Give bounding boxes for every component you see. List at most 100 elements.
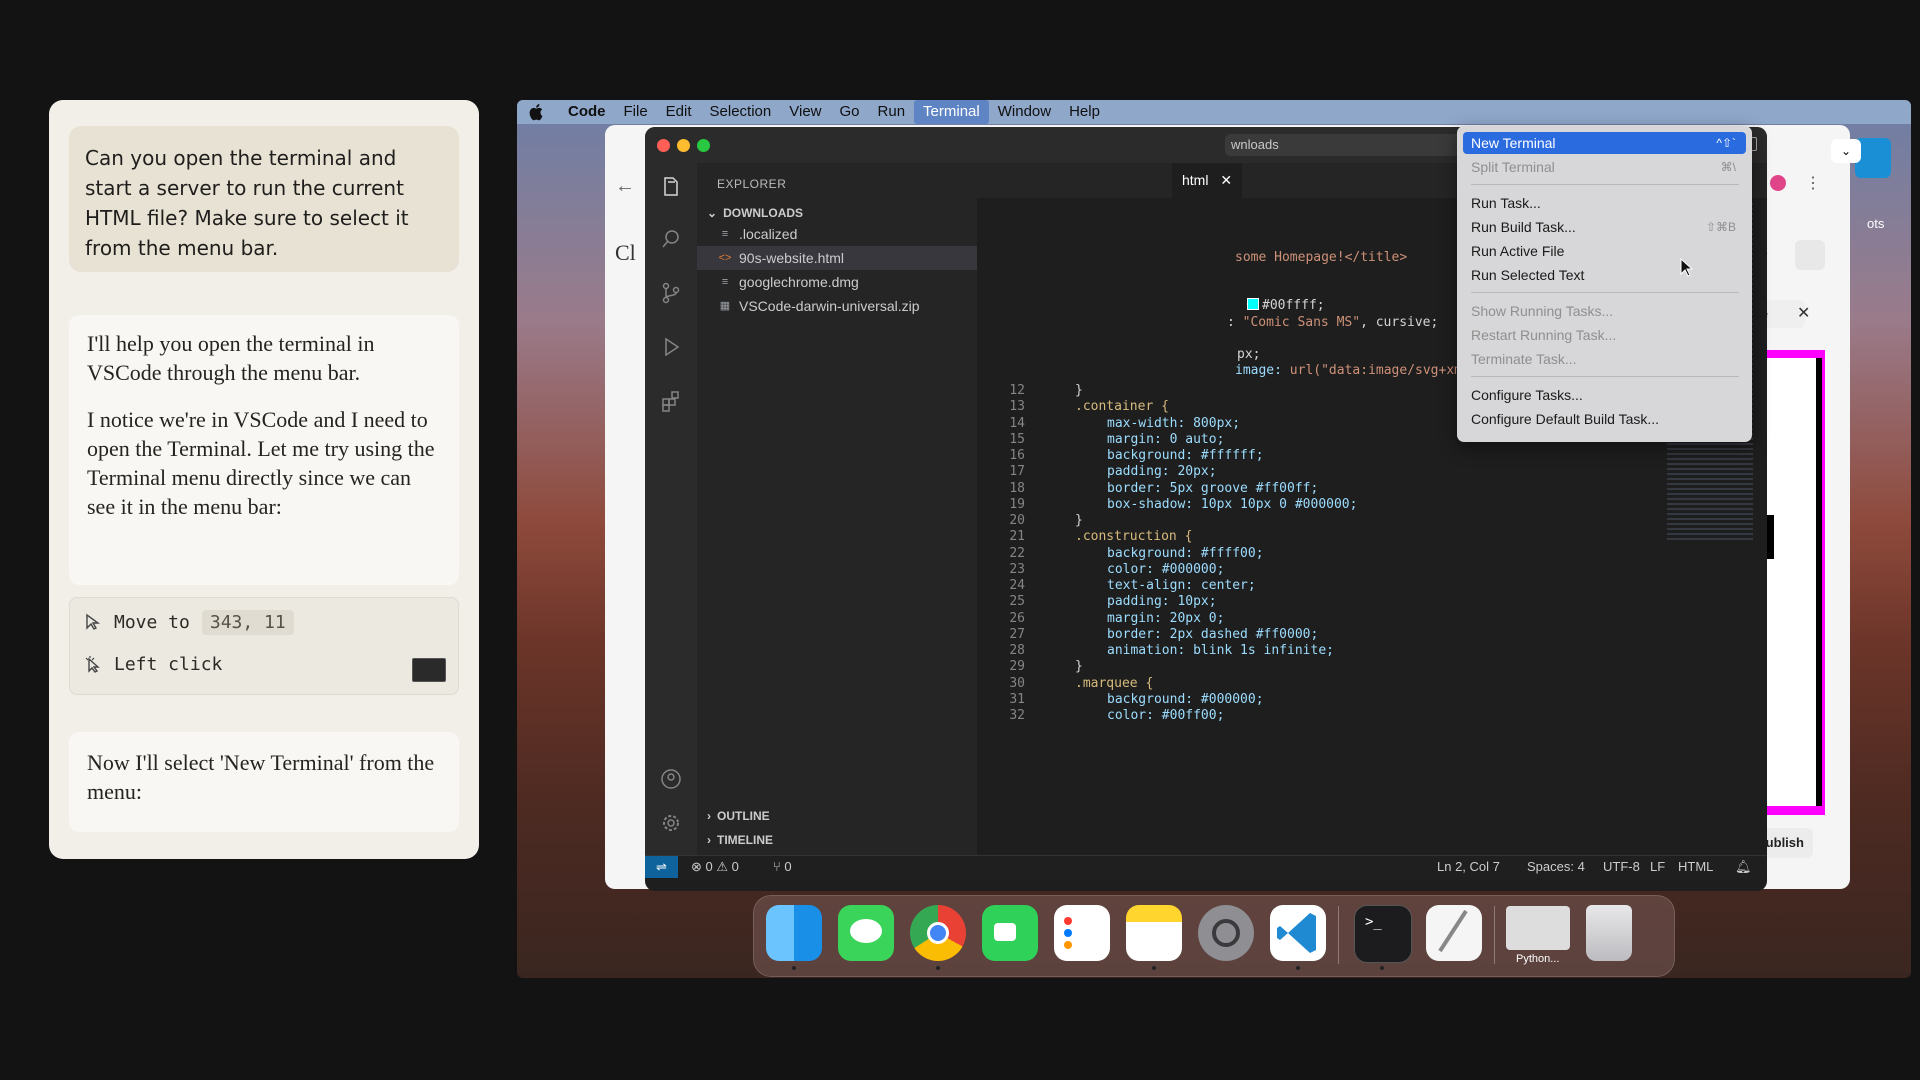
terminal-menu-dropdown: New Terminal ^⇧` Split Terminal ⌘\ Run Tas… bbox=[1457, 126, 1752, 442]
textedit-icon[interactable] bbox=[1426, 905, 1482, 961]
menu-code[interactable]: Code bbox=[559, 100, 615, 124]
chat-panel: Can you open the terminal and start a se… bbox=[49, 100, 479, 859]
search-icon[interactable] bbox=[659, 227, 683, 251]
close-window-button[interactable] bbox=[657, 139, 670, 152]
menu-edit[interactable]: Edit bbox=[657, 100, 701, 124]
file-localized[interactable]: ≡ .localized bbox=[697, 222, 977, 246]
back-arrow-icon[interactable]: ← bbox=[615, 175, 635, 198]
sliders-icon[interactable] bbox=[1795, 240, 1825, 270]
menu-item-label: Configure Tasks... bbox=[1471, 387, 1583, 403]
remote-indicator-icon[interactable]: ⇌ bbox=[645, 856, 678, 878]
menu-item-run-selected-text[interactable]: Run Selected Text bbox=[1463, 264, 1746, 286]
menu-window[interactable]: Window bbox=[989, 100, 1060, 124]
assistant-paragraph-1: I'll help you open the terminal in VSCod… bbox=[87, 331, 375, 385]
menu-help[interactable]: Help bbox=[1060, 100, 1109, 124]
explorer-icon[interactable] bbox=[659, 175, 683, 199]
menu-item-run-active-file[interactable]: Run Active File bbox=[1463, 240, 1746, 262]
downloads-folder[interactable]: ⌄ DOWNLOADS bbox=[707, 206, 803, 220]
trash-icon[interactable] bbox=[1586, 905, 1632, 961]
language-mode[interactable]: HTML bbox=[1678, 856, 1713, 878]
menu-view[interactable]: View bbox=[780, 100, 830, 124]
menu-item-shortcut: ⇧⌘B bbox=[1705, 220, 1736, 234]
menu-item-new-terminal[interactable]: New Terminal ^⇧` bbox=[1463, 132, 1746, 154]
menu-item-label: Configure Default Build Task... bbox=[1471, 411, 1660, 427]
python-window-thumbnail[interactable] bbox=[1506, 906, 1570, 950]
tool-move-coords: 343, 11 bbox=[201, 609, 294, 635]
user-message: Can you open the terminal and start a se… bbox=[69, 126, 459, 272]
bell-icon[interactable]: 🔔︎ bbox=[1735, 856, 1752, 878]
menu-item-configure-tasks[interactable]: Configure Tasks... bbox=[1463, 384, 1746, 406]
terminal-icon[interactable]: >_ bbox=[1354, 905, 1412, 963]
tool-move: Move to 343, 11 bbox=[84, 606, 294, 638]
notes-icon[interactable] bbox=[1126, 905, 1182, 961]
status-bar: ⇌ ⊗ 0 ⚠ 0 ⑂ 0 Ln 2, Col 7 Spaces: 4 UTF-… bbox=[645, 855, 1767, 878]
menu-item-shortcut: ⌘\ bbox=[1720, 160, 1736, 174]
cursor-icon bbox=[86, 613, 101, 630]
menu-item-restart-running-task[interactable]: Restart Running Task... bbox=[1463, 324, 1746, 346]
assistant-paragraph-3: Now I'll select 'New Terminal' from the … bbox=[87, 750, 435, 804]
file-lines-icon: ≡ bbox=[721, 228, 729, 240]
menu-item-show-running-tasks[interactable]: Show Running Tasks... bbox=[1463, 300, 1746, 322]
account-icon[interactable] bbox=[659, 767, 683, 791]
menu-terminal[interactable]: Terminal bbox=[914, 100, 989, 124]
code-text: color: #00ff00; bbox=[1107, 708, 1225, 723]
gear-icon[interactable] bbox=[659, 811, 683, 835]
tab-90s-website[interactable]: html ✕ bbox=[1172, 163, 1243, 198]
cursor-position[interactable]: Ln 2, Col 7 bbox=[1437, 856, 1500, 878]
zoom-window-button[interactable] bbox=[697, 139, 710, 152]
apple-icon[interactable] bbox=[529, 103, 545, 121]
chevron-down-icon[interactable]: ⌄ bbox=[1831, 139, 1861, 163]
source-control-icon[interactable] bbox=[659, 281, 683, 305]
tool-move-label: Move to bbox=[114, 611, 190, 633]
menu-item-run-build-task[interactable]: Run Build Task... ⇧⌘B bbox=[1463, 216, 1746, 238]
timeline-section[interactable]: › TIMELINE bbox=[707, 833, 773, 847]
menu-go[interactable]: Go bbox=[831, 100, 869, 124]
code-text: , cursive; bbox=[1360, 315, 1439, 330]
menu-separator bbox=[1471, 376, 1739, 377]
menu-separator bbox=[1471, 184, 1739, 185]
menu-file[interactable]: File bbox=[615, 100, 657, 124]
tab-label: html bbox=[1182, 172, 1209, 188]
kebab-menu-icon[interactable]: ⋮ bbox=[1805, 173, 1821, 193]
menu-item-configure-default-build-task[interactable]: Configure Default Build Task... bbox=[1463, 408, 1746, 430]
chrome-icon[interactable] bbox=[910, 905, 966, 961]
file-90s-website[interactable]: <> 90s-website.html bbox=[697, 246, 977, 270]
menu-item-label: New Terminal bbox=[1471, 135, 1556, 151]
close-icon[interactable]: ✕ bbox=[1797, 303, 1810, 323]
reminders-icon[interactable] bbox=[1054, 905, 1110, 961]
menu-item-label: Run Selected Text bbox=[1471, 267, 1585, 283]
menu-item-split-terminal[interactable]: Split Terminal ⌘\ bbox=[1463, 156, 1746, 178]
menu-item-run-task[interactable]: Run Task... bbox=[1463, 192, 1746, 214]
menu-item-shortcut: ^⇧` bbox=[1716, 136, 1736, 150]
menu-separator bbox=[1471, 292, 1739, 293]
extensions-icon[interactable] bbox=[659, 389, 683, 413]
menu-item-terminate-task[interactable]: Terminate Task... bbox=[1463, 348, 1746, 370]
end-of-line[interactable]: LF bbox=[1650, 856, 1665, 878]
vscode-icon[interactable] bbox=[1270, 905, 1326, 961]
menu-run[interactable]: Run bbox=[869, 100, 915, 124]
system-settings-icon[interactable] bbox=[1198, 905, 1254, 961]
indentation[interactable]: Spaces: 4 bbox=[1527, 856, 1585, 878]
ports-indicator[interactable]: ⑂ 0 bbox=[773, 856, 792, 878]
file-googlechrome[interactable]: ≡ googlechrome.dmg bbox=[697, 270, 977, 294]
menu-item-label: Terminate Task... bbox=[1471, 351, 1577, 367]
minimize-window-button[interactable] bbox=[677, 139, 690, 152]
encoding[interactable]: UTF-8 bbox=[1603, 856, 1640, 878]
outline-section[interactable]: › OUTLINE bbox=[707, 809, 770, 823]
html-file-icon: <> bbox=[718, 252, 732, 264]
problems-indicator[interactable]: ⊗ 0 ⚠ 0 bbox=[691, 856, 739, 878]
timeline-label: TIMELINE bbox=[717, 833, 773, 847]
run-debug-icon[interactable] bbox=[659, 335, 683, 359]
profile-avatar[interactable] bbox=[1770, 175, 1786, 191]
command-center[interactable]: wnloads bbox=[1225, 134, 1465, 156]
menu-item-label: Run Build Task... bbox=[1471, 219, 1576, 235]
screenshot-thumbnail[interactable] bbox=[412, 658, 446, 682]
menu-selection[interactable]: Selection bbox=[701, 100, 781, 124]
facetime-icon[interactable] bbox=[982, 905, 1038, 961]
finder-icon[interactable] bbox=[766, 905, 822, 961]
code-text: "Comic Sans MS" bbox=[1242, 315, 1361, 330]
file-vscode-zip[interactable]: ▦ VSCode-darwin-universal.zip bbox=[697, 294, 977, 318]
close-icon[interactable]: ✕ bbox=[1220, 172, 1232, 188]
code-text: some Homepage!</title> bbox=[1235, 250, 1408, 265]
messages-icon[interactable] bbox=[838, 905, 894, 961]
